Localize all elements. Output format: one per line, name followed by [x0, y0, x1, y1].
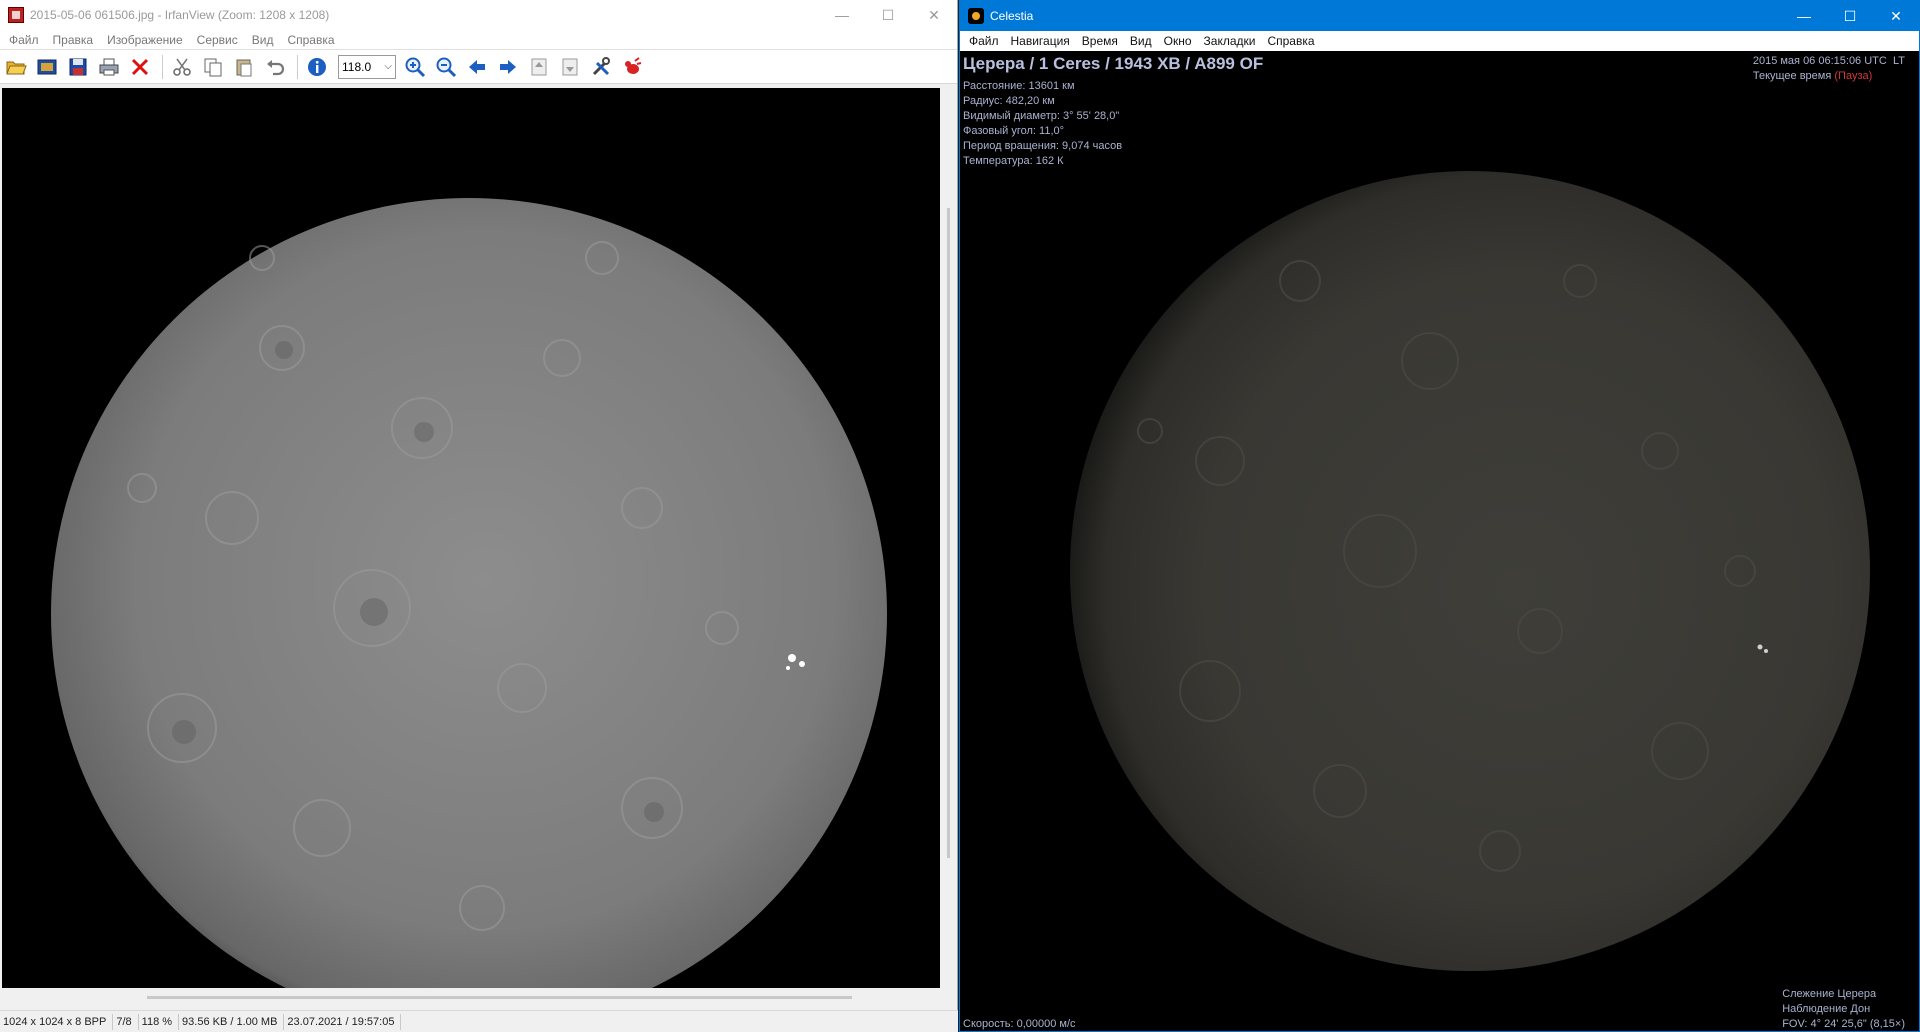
menu-time[interactable]: Время — [1076, 34, 1124, 48]
irfanview-app-icon — [8, 7, 24, 23]
status-size: 93.56 KB / 1.00 MB — [179, 1013, 285, 1030]
delete-icon[interactable] — [126, 53, 154, 81]
rotation-period-readout: Период вращения: 9,074 часов — [963, 140, 1123, 152]
slideshow-icon[interactable] — [33, 53, 61, 81]
ceres-photo — [51, 198, 887, 988]
speed-readout: Скорость: 0,00000 м/с — [963, 1018, 1076, 1030]
celestia-titlebar[interactable]: Celestia — ☐ ✕ — [960, 1, 1919, 31]
radius-readout: Радиус: 482,20 км — [963, 95, 1055, 107]
distance-readout: Расстояние: 13601 км — [963, 80, 1075, 92]
irfanview-window-title: 2015-05-06 061506.jpg - IrfanView (Zoom:… — [30, 8, 330, 22]
celestia-menubar: Файл Навигация Время Вид Окно Закладки С… — [960, 31, 1919, 51]
next-icon[interactable] — [494, 53, 522, 81]
menu-window[interactable]: Окно — [1158, 34, 1198, 48]
menu-view[interactable]: Вид — [245, 33, 281, 47]
apparent-diameter-readout: Видимый диаметр: 3° 55' 28,0" — [963, 110, 1120, 122]
image-viewport[interactable] — [2, 88, 940, 988]
vertical-scrollbar[interactable] — [940, 88, 957, 988]
info-icon[interactable] — [303, 53, 331, 81]
paused-label: (Пауза) — [1834, 70, 1873, 82]
paste-icon[interactable] — [230, 53, 258, 81]
irfanview-menubar: Файл Правка Изображение Сервис Вид Справ… — [0, 30, 957, 50]
zoom-in-icon[interactable] — [401, 53, 429, 81]
status-zoom: 118 % — [139, 1013, 180, 1030]
open-folder-icon[interactable] — [2, 53, 30, 81]
zoom-combobox[interactable]: 118.0 ⌵ — [338, 54, 396, 79]
tracking-info: Слежение Церера Наблюдение Дон FOV: 4° 2… — [1782, 987, 1905, 1031]
toolbar-separator — [162, 54, 163, 79]
status-index: 7/8 — [113, 1013, 139, 1030]
menu-navigation[interactable]: Навигация — [1005, 34, 1076, 48]
phase-angle-readout: Фазовый угол: 11,0° — [963, 125, 1065, 137]
irfanview-titlebar[interactable]: 2015-05-06 061506.jpg - IrfanView (Zoom:… — [0, 0, 957, 30]
zoom-value: 118.0 — [342, 59, 372, 74]
scrollbar-thumb[interactable] — [947, 208, 950, 858]
irfanview-window: 2015-05-06 061506.jpg - IrfanView (Zoom:… — [0, 0, 958, 1032]
time-display: 2015 мая 06 06:15:06 UTC LT Текущее врем… — [1753, 54, 1905, 84]
status-dimensions: 1024 x 1024 x 8 BPP — [0, 1013, 114, 1030]
scrollbar-thumb[interactable] — [147, 996, 852, 999]
temperature-readout: Температура: 162 К — [963, 155, 1064, 167]
menu-help[interactable]: Справка — [1261, 34, 1320, 48]
close-button[interactable]: ✕ — [911, 0, 957, 30]
celestia-window: Celestia — ☐ ✕ Файл Навигация Время Вид … — [959, 0, 1920, 1032]
observer-readout: Наблюдение Дон — [1782, 1003, 1871, 1015]
current-time-label: Текущее время — [1752, 70, 1832, 82]
celestia-3d-view[interactable]: Церера / 1 Ceres / 1943 XB / A899 OF Рас… — [960, 51, 1919, 1031]
maximize-button[interactable]: ☐ — [865, 0, 911, 30]
first-page-icon[interactable] — [525, 53, 553, 81]
settings-icon[interactable] — [587, 53, 615, 81]
celestia-app-icon — [968, 8, 984, 24]
maximize-button[interactable]: ☐ — [1827, 1, 1873, 31]
menu-bookmarks[interactable]: Закладки — [1198, 34, 1262, 48]
print-icon[interactable] — [95, 53, 123, 81]
ceres-render — [1070, 171, 1870, 971]
cut-icon[interactable] — [168, 53, 196, 81]
copy-icon[interactable] — [199, 53, 227, 81]
last-page-icon[interactable] — [556, 53, 584, 81]
toolbar-separator — [297, 54, 298, 79]
minimize-button[interactable]: — — [1781, 1, 1827, 31]
chevron-down-icon[interactable]: ⌵ — [384, 61, 395, 72]
zoom-out-icon[interactable] — [432, 53, 460, 81]
track-readout: Слежение Церера — [1782, 988, 1877, 1000]
menu-file[interactable]: Файл — [963, 34, 1005, 48]
previous-icon[interactable] — [463, 53, 491, 81]
irfanview-toolbar: 118.0 ⌵ — [0, 50, 957, 84]
menu-view[interactable]: Вид — [1124, 34, 1158, 48]
irfanview-statusbar: 1024 x 1024 x 8 BPP 7/8 118 % 93.56 KB /… — [0, 1010, 958, 1032]
datetime-readout: 2015 мая 06 06:15:06 UTC — [1752, 55, 1887, 67]
menu-file[interactable]: Файл — [2, 33, 46, 47]
undo-icon[interactable] — [261, 53, 289, 81]
menu-image[interactable]: Изображение — [100, 33, 190, 47]
save-icon[interactable] — [64, 53, 92, 81]
menu-help[interactable]: Справка — [280, 33, 341, 47]
horizontal-scrollbar[interactable] — [2, 988, 940, 1005]
object-name: Церера / 1 Ceres / 1943 XB / A899 OF — [963, 54, 1264, 73]
irfanview-logo-icon[interactable] — [618, 53, 646, 81]
close-button[interactable]: ✕ — [1873, 1, 1919, 31]
celestia-window-title: Celestia — [990, 9, 1034, 23]
lt-label: LT — [1892, 55, 1905, 67]
minimize-button[interactable]: — — [819, 0, 865, 30]
fov-readout: FOV: 4° 24' 25,6" (8,15×) — [1782, 1018, 1905, 1030]
menu-edit[interactable]: Правка — [46, 33, 101, 47]
object-info: Расстояние: 13601 км Радиус: 482,20 км В… — [963, 79, 1122, 169]
status-datetime: 23.07.2021 / 19:57:05 — [284, 1013, 402, 1030]
menu-tools[interactable]: Сервис — [190, 33, 245, 47]
